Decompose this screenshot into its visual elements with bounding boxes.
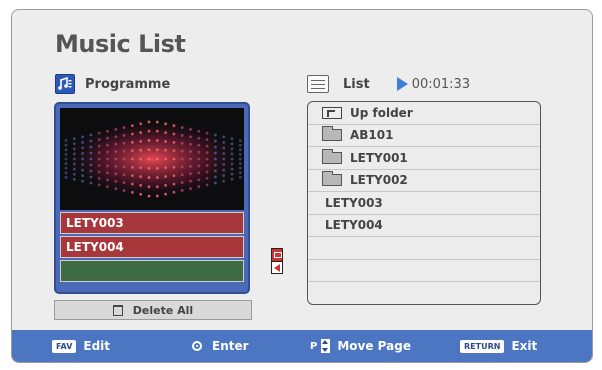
programme-row[interactable]: LETY004: [60, 236, 244, 258]
programme-row[interactable]: [60, 260, 244, 282]
footer-edit-label: Edit: [83, 339, 111, 353]
programme-icon: [55, 74, 75, 94]
list-icon: [307, 75, 329, 93]
list-item-file[interactable]: LETY003: [308, 192, 540, 215]
programme-panel: LETY003 LETY004: [54, 102, 250, 294]
play-icon: [396, 77, 408, 91]
footer-move-page[interactable]: P Move Page: [310, 330, 411, 362]
footer-exit-label: Exit: [511, 339, 538, 353]
list-label: List: [343, 76, 370, 92]
programme-header: Programme: [55, 74, 170, 94]
folder-icon: [322, 126, 342, 142]
move-icon[interactable]: [271, 248, 283, 274]
footer-move-page-label: Move Page: [337, 339, 411, 353]
folder-icon: [322, 171, 342, 187]
list-header: List 00:01:33: [307, 74, 470, 94]
p-key-label: P: [310, 340, 318, 352]
list-item-folder[interactable]: AB101: [308, 125, 540, 147]
footer-edit[interactable]: FAV Edit: [52, 330, 110, 362]
list-item-empty[interactable]: [308, 260, 540, 282]
up-folder-icon: [322, 106, 342, 119]
music-list-window: Music List Programme List 00:01:33 LETY0…: [11, 9, 593, 363]
footer-bar: FAV Edit Enter P Move Page RETURN Exit: [12, 330, 592, 362]
list-item-empty[interactable]: [308, 237, 540, 260]
footer-enter[interactable]: Enter: [192, 330, 249, 362]
list-item-file[interactable]: LETY004: [308, 215, 540, 237]
delete-all-label: Delete All: [132, 303, 194, 317]
visualizer-image: [60, 108, 244, 210]
list-item-empty[interactable]: [308, 282, 540, 304]
enter-icon: [192, 341, 202, 351]
footer-exit[interactable]: RETURN Exit: [460, 330, 537, 362]
fav-key-icon: FAV: [52, 339, 77, 353]
list-item-folder[interactable]: LETY001: [308, 147, 540, 170]
folder-icon: [322, 148, 342, 164]
return-key-icon: RETURN: [460, 339, 505, 353]
page-title: Music List: [55, 30, 186, 58]
trash-icon: [112, 304, 123, 316]
programme-label: Programme: [85, 76, 171, 92]
delete-all-button[interactable]: Delete All: [54, 300, 252, 320]
list-item-folder[interactable]: LETY002: [308, 170, 540, 192]
page-stepper-icon: [321, 339, 331, 353]
play-time: 00:01:33: [411, 76, 471, 92]
list-item-up-folder[interactable]: Up folder: [308, 102, 540, 125]
file-list: Up folder AB101 LETY001 LETY002 LETY003 …: [307, 101, 541, 305]
footer-enter-label: Enter: [212, 339, 249, 353]
programme-row[interactable]: LETY003: [60, 212, 244, 234]
